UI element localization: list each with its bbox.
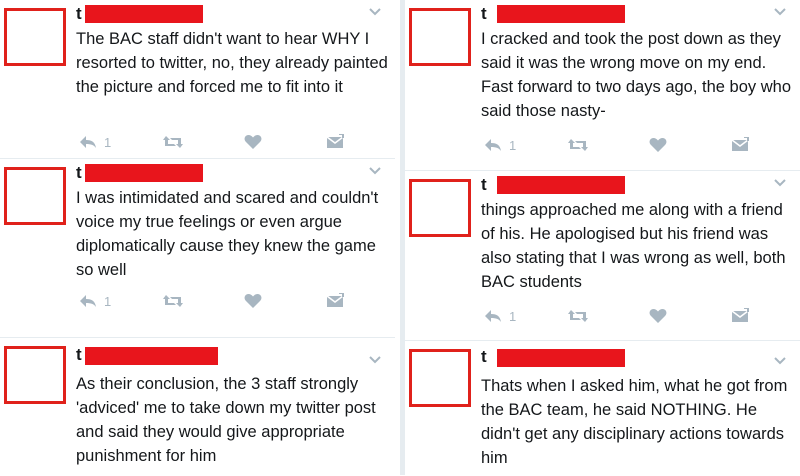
avatar[interactable] bbox=[4, 8, 66, 66]
redaction-bar bbox=[497, 349, 625, 367]
like-button[interactable] bbox=[244, 133, 262, 151]
avatar[interactable] bbox=[4, 167, 66, 225]
retweet-button[interactable] bbox=[162, 292, 184, 310]
reply-icon bbox=[485, 139, 501, 151]
author-name[interactable]: t bbox=[481, 347, 487, 367]
avatar[interactable] bbox=[409, 8, 471, 66]
avatar[interactable] bbox=[4, 346, 66, 404]
author-name[interactable]: t bbox=[76, 4, 82, 24]
like-icon bbox=[244, 135, 262, 149]
retweet-button[interactable] bbox=[162, 133, 184, 151]
retweet-icon bbox=[568, 139, 588, 151]
like-button[interactable] bbox=[244, 292, 262, 310]
retweet-button[interactable] bbox=[567, 307, 589, 325]
author-name[interactable]: t bbox=[481, 175, 487, 195]
reply-count: 1 bbox=[104, 134, 112, 150]
direct-message-button[interactable] bbox=[731, 307, 749, 325]
tweet-actions: 1 bbox=[483, 136, 773, 156]
retweet-button[interactable] bbox=[567, 136, 589, 154]
direct-message-button[interactable] bbox=[326, 292, 344, 310]
like-icon bbox=[244, 294, 262, 308]
redaction-bar bbox=[85, 5, 203, 23]
author-name[interactable]: t bbox=[481, 4, 487, 24]
reply-count: 1 bbox=[509, 137, 517, 153]
chevron-down-icon[interactable] bbox=[367, 6, 383, 18]
reply-button[interactable]: 1 bbox=[483, 136, 516, 154]
tweet-text: I cracked and took the post down as they… bbox=[481, 30, 791, 120]
reply-count: 1 bbox=[104, 293, 112, 309]
reply-icon bbox=[485, 310, 501, 322]
reply-icon bbox=[80, 136, 96, 148]
direct-message-icon bbox=[731, 308, 749, 322]
retweet-icon bbox=[163, 136, 183, 148]
like-button[interactable] bbox=[649, 136, 667, 154]
tweet-card[interactable]: t I was intimidated and scared and could… bbox=[0, 158, 395, 317]
redaction-bar bbox=[497, 176, 625, 194]
tweet-card[interactable]: t Thats when I asked him, what he got fr… bbox=[405, 340, 800, 476]
direct-message-icon bbox=[326, 134, 344, 148]
avatar[interactable] bbox=[409, 349, 471, 407]
reply-button[interactable]: 1 bbox=[483, 307, 516, 325]
like-icon bbox=[649, 309, 667, 323]
tweet-actions: 1 bbox=[483, 307, 773, 327]
tweet-actions: 1 bbox=[78, 292, 368, 312]
reply-button[interactable]: 1 bbox=[78, 133, 111, 151]
tweet-card[interactable]: t I cracked and took the post down as th… bbox=[405, 0, 800, 158]
tweet-card[interactable]: t As their conclusion, the 3 staff stron… bbox=[0, 337, 395, 476]
direct-message-button[interactable] bbox=[731, 136, 749, 154]
tweet-text: The BAC staff didn't want to hear WHY I … bbox=[76, 30, 388, 96]
reply-count: 1 bbox=[509, 308, 517, 324]
chevron-down-icon[interactable] bbox=[772, 177, 788, 189]
redaction-bar bbox=[85, 347, 218, 365]
direct-message-icon bbox=[326, 293, 344, 307]
reply-button[interactable]: 1 bbox=[78, 292, 111, 310]
like-icon bbox=[649, 138, 667, 152]
tweet-card[interactable]: t things approached me along with a frie… bbox=[405, 170, 800, 329]
direct-message-icon bbox=[731, 137, 749, 151]
chevron-down-icon[interactable] bbox=[367, 354, 383, 366]
direct-message-button[interactable] bbox=[326, 133, 344, 151]
avatar[interactable] bbox=[409, 179, 471, 237]
redaction-bar bbox=[497, 5, 625, 23]
reply-icon bbox=[80, 295, 96, 307]
author-name[interactable]: t bbox=[76, 163, 82, 183]
chevron-down-icon[interactable] bbox=[772, 355, 788, 367]
retweet-icon bbox=[568, 310, 588, 322]
tweet-card[interactable]: t The BAC staff didn't want to hear WHY … bbox=[0, 0, 395, 158]
retweet-icon bbox=[163, 295, 183, 307]
tweet-text: things approached me along with a friend… bbox=[481, 201, 786, 291]
tweet-text: Thats when I asked him, what he got from… bbox=[481, 377, 788, 467]
tweet-text: As their conclusion, the 3 staff strongl… bbox=[76, 375, 376, 465]
tweet-text: I was intimidated and scared and couldn'… bbox=[76, 189, 379, 279]
tweet-actions: 1 bbox=[78, 133, 368, 153]
redaction-bar bbox=[85, 164, 203, 182]
chevron-down-icon[interactable] bbox=[367, 165, 383, 177]
author-name[interactable]: t bbox=[76, 345, 82, 365]
like-button[interactable] bbox=[649, 307, 667, 325]
chevron-down-icon[interactable] bbox=[772, 6, 788, 18]
